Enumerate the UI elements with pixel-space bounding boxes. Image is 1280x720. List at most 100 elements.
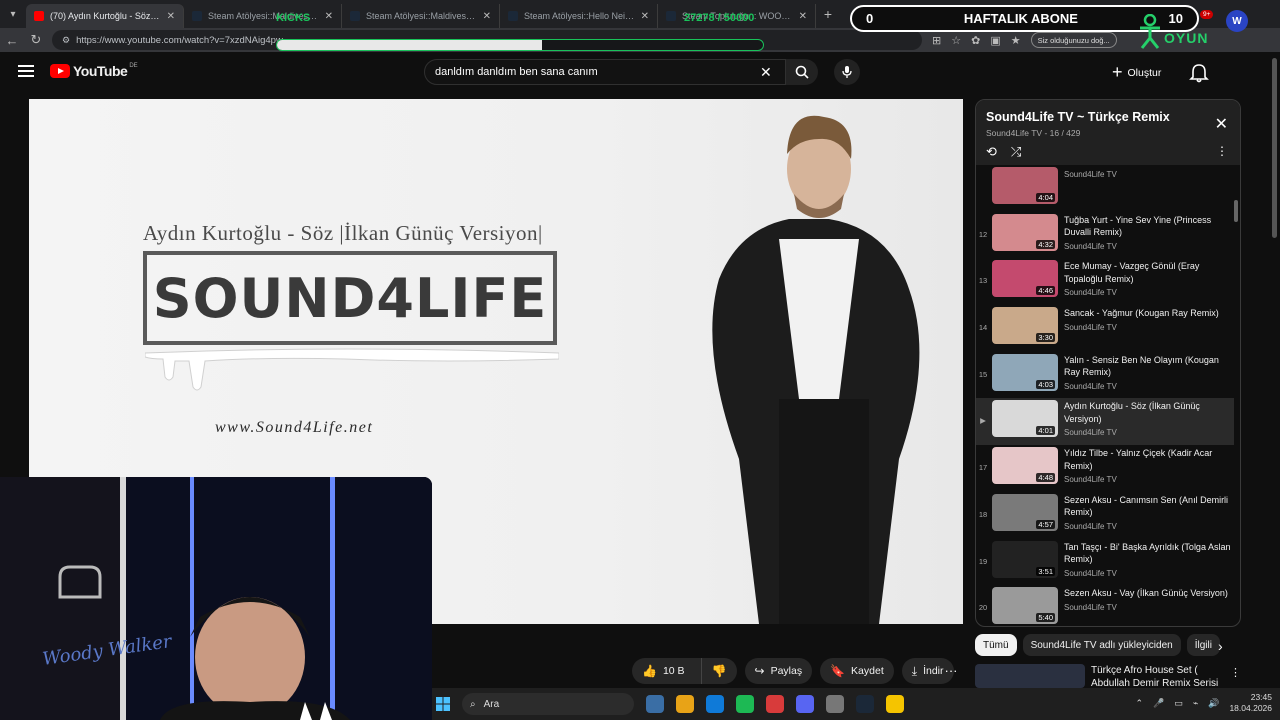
related-video-title: Türkçe Afro House Set ( Abdullah Demir R… — [1091, 665, 1219, 702]
close-playlist-icon[interactable]: ✕ — [1215, 114, 1228, 134]
search-button[interactable] — [786, 59, 818, 85]
shuffle-icon[interactable]: ⤮ — [1011, 144, 1021, 160]
tab-search-icon[interactable]: ▾ — [0, 0, 26, 28]
bookmark-star-icon[interactable]: ☆ — [951, 34, 961, 47]
playlist-item-index: 20 — [978, 603, 988, 613]
playlist-more-icon[interactable]: ⋮ — [1216, 144, 1228, 158]
loop-icon[interactable]: ⟲ — [986, 144, 997, 160]
save-button[interactable]: 🔖 Kaydet — [820, 658, 894, 684]
playlist-item-text: Sezen Aksu - Canımsın Sen (Anıl Demirli … — [1064, 494, 1232, 531]
microphone-icon[interactable]: 🎤 — [1153, 698, 1164, 709]
playlist-item[interactable]: 17 4:48 Yıldız Tilbe - Yalnız Çiçek (Kadir… — [976, 445, 1234, 492]
voice-search-button[interactable] — [834, 59, 860, 85]
network-icon[interactable]: ⌁ — [1193, 698, 1198, 709]
reading-list-icon[interactable]: ★ — [1011, 34, 1021, 47]
close-tab-icon[interactable]: ✕ — [799, 11, 807, 22]
more-actions-icon[interactable]: ··· — [940, 658, 962, 684]
filter-chip[interactable]: İlgili — [1186, 634, 1220, 656]
browser-tab[interactable]: Steam Atölyesi::Hello Neighbor | ✕ — [500, 4, 658, 28]
person-icon — [1140, 14, 1160, 49]
volume-icon[interactable]: 🔊 — [1208, 698, 1219, 709]
playlist-item-index: 13 — [978, 276, 988, 286]
clock-time: 23:45 — [1250, 692, 1272, 702]
browser-tab[interactable]: Steam Atölyesi::Maldives | Hide Ar✕ — [342, 4, 500, 28]
playlist-item-title: Yıldız Tilbe - Yalnız Çiçek (Kadir Acar … — [1064, 448, 1213, 471]
related-video-thumbnail — [975, 664, 1085, 688]
create-label: Oluştur — [1127, 67, 1162, 79]
account-avatar[interactable]: W — [1226, 10, 1248, 32]
playlist-item-text: Yalın - Sensiz Ben Ne Olayım (Kougan Ray… — [1064, 354, 1232, 391]
taskbar-app-icon[interactable] — [706, 695, 724, 713]
youtube-play-icon — [50, 64, 70, 78]
chevron-right-icon[interactable]: › — [1218, 638, 1223, 654]
page-scrollbar[interactable] — [1270, 52, 1280, 688]
share-button[interactable]: ↪ Paylaş — [744, 658, 813, 684]
browser-tab[interactable]: Steam Atölyesi::Maldives | Hide Ar✕ — [184, 4, 342, 28]
related-video[interactable]: Türkçe Afro House Set ( Abdullah Demir R… — [975, 664, 1235, 702]
extensions-icon[interactable]: ✿ — [971, 34, 980, 47]
windows-logo-icon — [436, 697, 450, 711]
playlist-item[interactable]: 14 3:30 Sancak - Yağmur (Kougan Ray Remix)… — [976, 305, 1234, 352]
dislike-button[interactable]: 👎 — [700, 658, 737, 684]
filter-chip[interactable]: Tümü — [975, 634, 1017, 656]
save-label: Kaydet — [851, 665, 884, 677]
playlist-item[interactable]: 20 5:40 Sezen Aksu - Vay (İlkan Günüç Vers… — [976, 585, 1234, 626]
install-app-icon[interactable]: ⊞ — [932, 34, 941, 47]
taskbar-app-icon[interactable] — [736, 695, 754, 713]
taskbar-app-icon[interactable] — [646, 695, 664, 713]
page-scrollbar-thumb[interactable] — [1272, 58, 1277, 238]
new-tab-button[interactable]: + — [816, 6, 840, 22]
video-frame-title: Aydın Kurtoğlu - Söz |İlkan Günüç Versiy… — [143, 221, 543, 245]
playlist-item[interactable]: ▶ 4:01 Aydın Kurtoğlu - Söz (İlkan Günüç V… — [976, 398, 1234, 446]
related-more-icon[interactable]: ⋮ — [1230, 666, 1241, 679]
playlist-title[interactable]: Sound4Life TV ~ Türkçe Remix — [986, 110, 1230, 124]
playlist-item[interactable]: 15 4:03 Yalın - Sensiz Ben Ne Olayım (Koug… — [976, 352, 1234, 399]
sound4life-logo-text: SOUND4LIFE — [152, 266, 548, 330]
playlist-item[interactable]: 18 4:57 Sezen Aksu - Canımsın Sen (Anıl De… — [976, 492, 1234, 539]
playlist-item-index: 17 — [978, 463, 988, 473]
browser-tab[interactable]: (70) Aydın Kurtoğlu - Söz (İlk... ✕ — [26, 4, 184, 28]
back-icon[interactable]: ← — [0, 33, 24, 48]
close-tab-icon[interactable]: ✕ — [483, 11, 491, 22]
playlist-controls: ⟲ ⤮ — [986, 144, 1021, 160]
taskbar-app-icon[interactable] — [796, 695, 814, 713]
close-tab-icon[interactable]: ✕ — [325, 11, 333, 22]
menu-icon[interactable] — [18, 65, 34, 77]
tab-favicon-icon — [34, 11, 44, 21]
playlist-scrollbar[interactable] — [1234, 200, 1238, 222]
site-info-icon[interactable]: ⚙ — [62, 35, 70, 46]
windows-start-icon[interactable] — [432, 693, 454, 715]
playlist-item-channel: Sound4Life TV — [1064, 475, 1117, 485]
youtube-logo[interactable]: YouTube DE — [50, 63, 138, 79]
thumbs-down-icon: 👎 — [711, 664, 727, 678]
wallet-icon[interactable]: ▣ — [990, 34, 1000, 47]
taskbar-app-icon[interactable] — [766, 695, 784, 713]
taskbar-app-icon[interactable] — [856, 695, 874, 713]
verify-notice[interactable]: Siz olduğunuzu doğ... — [1030, 32, 1117, 48]
taskbar-app-icon[interactable] — [676, 695, 694, 713]
playlist-item[interactable]: 12 4:32 Tuğba Yurt - Yine Sev Yine (Prince… — [976, 212, 1234, 259]
filter-chip[interactable]: Sound4Life TV adlı yükleyiciden — [1022, 634, 1181, 656]
create-button[interactable]: + Oluştur — [1112, 62, 1161, 84]
playlist-item[interactable]: 4:04 Sound4Life TV — [976, 165, 1234, 212]
taskbar-clock[interactable]: 23:45 18.04.2026 — [1229, 692, 1272, 714]
taskbar-search[interactable]: ⌕ Ara — [462, 693, 634, 715]
reload-icon[interactable]: ↻ — [24, 32, 48, 48]
search-input[interactable]: danldım danldım ben sana canım — [424, 59, 786, 85]
monitor-icon[interactable]: ▭ — [1174, 698, 1183, 709]
like-button[interactable]: 👍 10 B — [632, 658, 695, 684]
taskbar-app-icon[interactable] — [826, 695, 844, 713]
playlist-item-channel: Sound4Life TV — [1064, 288, 1117, 298]
thumbs-up-icon: 👍 — [642, 664, 657, 678]
tray-chevron-icon[interactable]: ⌃ — [1136, 698, 1144, 709]
close-tab-icon[interactable]: ✕ — [641, 11, 649, 22]
taskbar-app-icon[interactable] — [886, 695, 904, 713]
playlist-item[interactable]: 19 3:51 Tan Taşçı - Bi' Başka Ayrıldık (To… — [976, 539, 1234, 586]
playlist-item[interactable]: 13 4:46 Ece Mumay - Vazgeç Gönül (Eray Top… — [976, 258, 1234, 305]
playlist-header: Sound4Life TV ~ Türkçe Remix Sound4Life … — [976, 100, 1240, 165]
close-tab-icon[interactable]: ✕ — [167, 11, 175, 22]
sub-goal-start: 0 — [866, 11, 874, 26]
notifications-bell-icon[interactable] — [1188, 62, 1210, 84]
search-icon — [795, 65, 809, 79]
clear-search-icon[interactable]: ✕ — [760, 64, 772, 81]
